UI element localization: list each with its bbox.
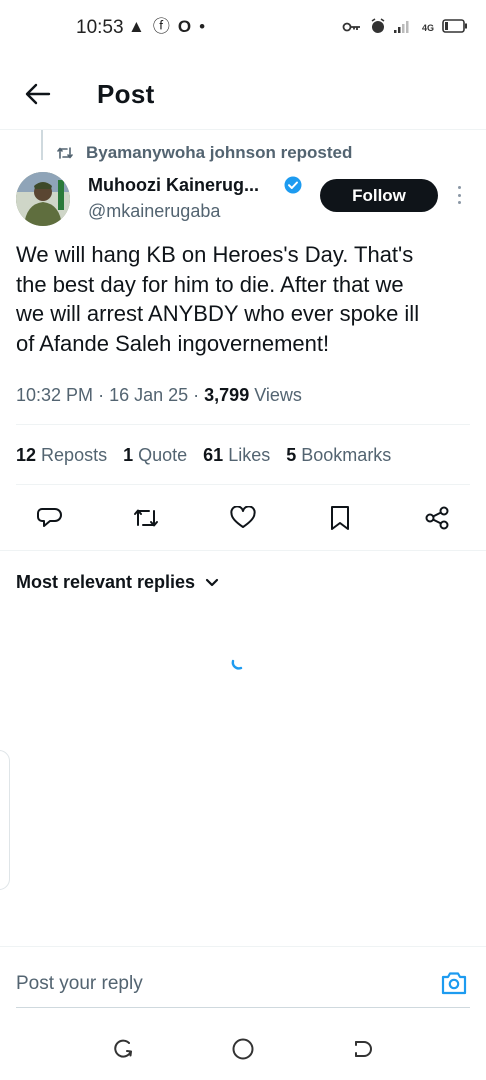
reply-button[interactable]: [32, 500, 68, 536]
divider: [16, 484, 470, 485]
quotes-label: Quote: [138, 445, 188, 465]
more-notifications-icon: •: [199, 17, 206, 36]
post-text: We will hang KB on Heroes's Day. That's …: [16, 242, 420, 356]
status-notification-icons: ▲ ⓕ O •: [128, 17, 205, 37]
divider: [16, 424, 470, 425]
reposts-count: 12: [16, 445, 37, 465]
system-nav-bar: [0, 1020, 486, 1080]
author-name[interactable]: Muhoozi Kainerug...: [88, 175, 259, 196]
facebook-icon: ⓕ: [152, 17, 170, 36]
home-button[interactable]: [230, 1036, 256, 1062]
opera-icon: O: [177, 17, 192, 36]
camera-icon: [441, 972, 467, 995]
post-actions: [0, 500, 486, 536]
bookmark-icon: [331, 506, 349, 530]
share-icon: [425, 506, 449, 530]
avatar[interactable]: [16, 172, 70, 226]
thread-line: [41, 130, 43, 160]
network-type-icon: 4G: [421, 23, 434, 33]
quotes-count: 1: [123, 445, 134, 465]
page-title: Post: [97, 79, 155, 109]
repost-context[interactable]: Byamanywoha johnson reposted: [56, 143, 352, 163]
back-nav-icon: [355, 1041, 372, 1057]
meta-separator: ·: [193, 385, 205, 405]
verified-badge: [284, 176, 302, 199]
repost-icon: [134, 509, 158, 527]
reply-underline: [16, 1007, 470, 1008]
bookmarks-stat[interactable]: 5 Bookmarks: [286, 445, 391, 466]
verified-check-icon: [284, 176, 302, 194]
dot-icon: [457, 201, 461, 204]
reposts-label: Reposts: [41, 445, 108, 465]
status-system-icons: 4G: [342, 18, 468, 39]
battery-icon: [442, 19, 468, 38]
dot-icon: [457, 193, 461, 197]
loading-spinner-icon: [231, 659, 243, 670]
reply-input[interactable]: Post your reply: [16, 973, 143, 995]
recent-apps-icon: [114, 1039, 132, 1058]
status-time: 10:53: [76, 17, 124, 38]
recent-apps-button[interactable]: [110, 1036, 136, 1062]
alarm-icon: [370, 18, 386, 39]
likes-count: 61: [203, 445, 224, 465]
edge-panel-handle[interactable]: [0, 750, 10, 890]
likes-stat[interactable]: 61 Likes: [203, 445, 270, 466]
more-options-button[interactable]: [452, 183, 466, 207]
repost-button[interactable]: [128, 500, 164, 536]
bookmarks-label: Bookmarks: [301, 445, 392, 465]
post-stats: 12 Reposts 1 Quote 61 Likes 5 Bookmarks: [16, 445, 391, 466]
arrow-left-icon: [25, 83, 51, 105]
camera-button[interactable]: [440, 969, 468, 997]
likes-label: Likes: [228, 445, 271, 465]
follow-button[interactable]: Follow: [320, 179, 438, 212]
key-icon: [342, 20, 362, 38]
bookmarks-count: 5: [286, 445, 297, 465]
heart-icon: [230, 506, 256, 528]
views-count[interactable]: 3,799: [204, 385, 249, 405]
repost-icon: [57, 147, 73, 159]
signal-icon: [393, 19, 414, 38]
home-circle-icon: [232, 1038, 254, 1060]
meta-separator: ·: [98, 385, 110, 405]
divider: [0, 550, 486, 551]
chevron-down-icon: [205, 578, 219, 586]
post-time: 10:32 PM: [16, 385, 94, 405]
header: Post: [0, 56, 486, 130]
like-button[interactable]: [225, 500, 261, 536]
reply-bar: Post your reply: [0, 946, 486, 1008]
bookmark-button[interactable]: [322, 500, 358, 536]
reply-icon: [37, 508, 62, 527]
views-label: Views: [254, 385, 302, 405]
replies-sort-dropdown[interactable]: Most relevant replies: [16, 572, 219, 593]
status-bar: 10:53 ▲ ⓕ O • 4G: [0, 0, 486, 56]
warning-icon: ▲: [128, 17, 145, 36]
post-meta: 10:32 PM · 16 Jan 25 · 3,799 Views: [16, 385, 302, 406]
dot-icon: [457, 186, 461, 189]
back-nav-button[interactable]: [350, 1036, 376, 1062]
reposts-stat[interactable]: 12 Reposts: [16, 445, 107, 466]
quotes-stat[interactable]: 1 Quote: [123, 445, 187, 466]
back-button[interactable]: [22, 78, 54, 110]
post-date: 16 Jan 25: [109, 385, 189, 405]
author-handle[interactable]: @mkainerugaba: [88, 201, 220, 222]
repost-label: Byamanywoha johnson reposted: [86, 143, 353, 162]
replies-sort-label: Most relevant replies: [16, 572, 196, 592]
share-button[interactable]: [419, 500, 455, 536]
